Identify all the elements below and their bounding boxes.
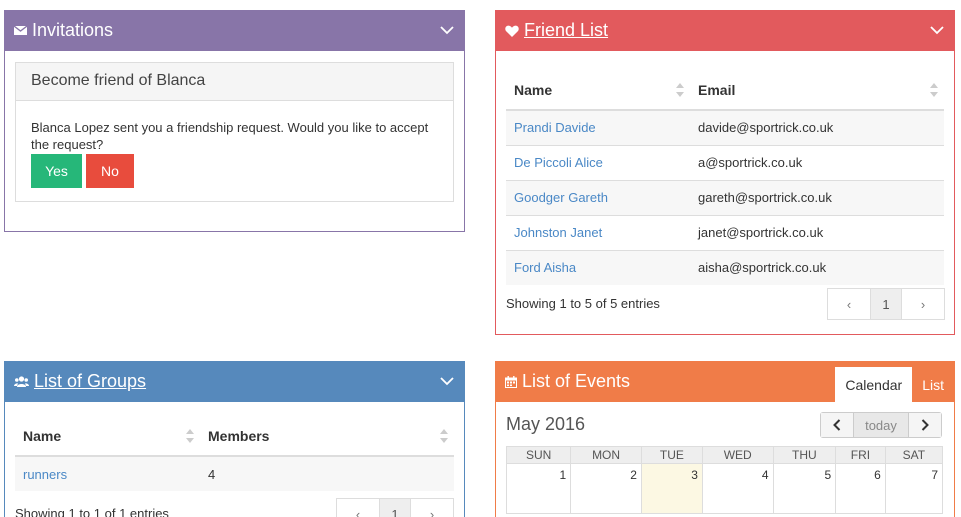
friend-email: janet@sportrick.co.uk — [690, 214, 944, 250]
sort-icon — [930, 83, 938, 97]
table-row: Goodger Gareth gareth@sportrick.co.uk — [506, 179, 944, 215]
calendar-day[interactable]: 2 — [570, 463, 642, 514]
column-header-name[interactable]: Name — [15, 416, 200, 457]
calendar-day[interactable]: 6 — [835, 463, 886, 514]
invitations-panel: Invitations Become friend of Blanca Blan… — [4, 10, 465, 232]
group-members: 4 — [200, 455, 454, 491]
pagination: ‹ 1 › — [827, 288, 945, 320]
chevron-down-icon[interactable] — [439, 373, 455, 389]
events-title: List of Events — [522, 371, 631, 391]
weekday-header: THU — [772, 446, 837, 464]
users-icon — [14, 375, 29, 388]
calendar-day[interactable]: 7 — [884, 463, 944, 514]
prev-page-button[interactable]: ‹ — [337, 499, 379, 517]
friends-table: Name Email Prandi Davide davide@sportric… — [506, 70, 944, 285]
weekday-header: WED — [701, 446, 774, 464]
friend-name-link[interactable]: De Piccoli Alice — [514, 155, 603, 170]
groups-header: List of Groups — [4, 361, 465, 402]
groups-panel: List of Groups Name Members runners 4 Sh… — [4, 361, 465, 517]
page-1-button[interactable]: 1 — [379, 499, 411, 517]
calendar-icon — [505, 375, 517, 388]
chevron-right-icon — [921, 419, 929, 431]
calendar-prev-button[interactable] — [821, 413, 853, 437]
tab-calendar[interactable]: Calendar — [835, 367, 913, 403]
groups-title-link[interactable]: List of Groups — [34, 371, 146, 392]
table-info: Showing 1 to 1 of 1 entries — [15, 506, 169, 517]
table-row: De Piccoli Alice a@sportrick.co.uk — [506, 144, 944, 180]
table-row: Johnston Janet janet@sportrick.co.uk — [506, 214, 944, 250]
accept-button[interactable]: Yes — [31, 154, 82, 188]
table-info: Showing 1 to 5 of 5 entries — [506, 296, 660, 311]
column-header-name[interactable]: Name — [506, 70, 690, 111]
envelope-icon — [14, 25, 27, 36]
friend-list-header: Friend List — [495, 10, 955, 51]
pagination: ‹ 1 › — [336, 498, 454, 517]
weekday-header: FRI — [835, 446, 886, 464]
friend-name-link[interactable]: Goodger Gareth — [514, 190, 608, 205]
calendar-day[interactable]: 4 — [701, 463, 774, 514]
group-name-link[interactable]: runners — [23, 467, 67, 482]
calendar-nav: today — [820, 412, 942, 438]
calendar-today-button[interactable]: today — [853, 413, 909, 437]
chevron-left-icon — [833, 419, 841, 431]
friend-name-link[interactable]: Prandi Davide — [514, 120, 596, 135]
chevron-down-icon[interactable] — [439, 22, 455, 38]
events-panel: List of Events Calendar List May 2016 to… — [495, 361, 955, 517]
invitations-header: Invitations — [4, 10, 465, 51]
friend-name-link[interactable]: Ford Aisha — [514, 260, 576, 275]
calendar-day[interactable]: 5 — [772, 463, 837, 514]
next-page-button[interactable]: › — [902, 289, 944, 319]
friend-email: a@sportrick.co.uk — [690, 144, 944, 180]
chevron-down-icon[interactable] — [929, 22, 945, 38]
calendar-grid: SUN MON TUE WED THU FRI SAT 1 2 3 4 5 6 … — [505, 446, 944, 514]
sort-icon — [676, 83, 684, 97]
friend-name-link[interactable]: Johnston Janet — [514, 225, 602, 240]
prev-page-button[interactable]: ‹ — [828, 289, 870, 319]
invitation-card: Become friend of Blanca Blanca Lopez sen… — [15, 62, 454, 202]
table-row: runners 4 — [15, 455, 454, 491]
events-view-tabs: Calendar List — [835, 367, 954, 403]
weekday-header: SAT — [884, 446, 944, 464]
invitations-title: Invitations — [32, 20, 114, 40]
table-row: Prandi Davide davide@sportrick.co.uk — [506, 109, 944, 145]
friend-email: aisha@sportrick.co.uk — [690, 249, 944, 285]
friend-email: gareth@sportrick.co.uk — [690, 179, 944, 215]
column-header-email[interactable]: Email — [690, 70, 944, 111]
groups-table: Name Members runners 4 — [15, 416, 454, 491]
invitation-card-title: Become friend of Blanca — [16, 63, 453, 101]
calendar-day-today[interactable]: 3 — [640, 463, 703, 514]
sort-icon — [440, 429, 448, 443]
decline-button[interactable]: No — [86, 154, 134, 188]
column-header-members[interactable]: Members — [200, 416, 454, 457]
weekday-header: TUE — [640, 446, 703, 464]
calendar-week-row: 1 2 3 4 5 6 7 — [505, 463, 944, 514]
tab-list[interactable]: List — [912, 367, 954, 403]
table-row: Ford Aisha aisha@sportrick.co.uk — [506, 249, 944, 285]
friend-list-panel: Friend List Name Email Prandi Davide dav… — [495, 10, 955, 335]
sort-icon — [186, 429, 194, 443]
friend-list-title-link[interactable]: Friend List — [524, 20, 608, 41]
page-1-button[interactable]: 1 — [870, 289, 902, 319]
invitation-message: Blanca Lopez sent you a friendship reque… — [31, 120, 429, 152]
weekday-header: MON — [570, 446, 642, 464]
next-page-button[interactable]: › — [411, 499, 453, 517]
calendar-day[interactable]: 1 — [505, 463, 572, 514]
calendar-month-title: May 2016 — [506, 414, 586, 434]
friend-email: davide@sportrick.co.uk — [690, 109, 944, 145]
heart-icon — [505, 25, 519, 37]
weekday-header: SUN — [505, 446, 572, 464]
calendar-next-button[interactable] — [909, 413, 941, 437]
